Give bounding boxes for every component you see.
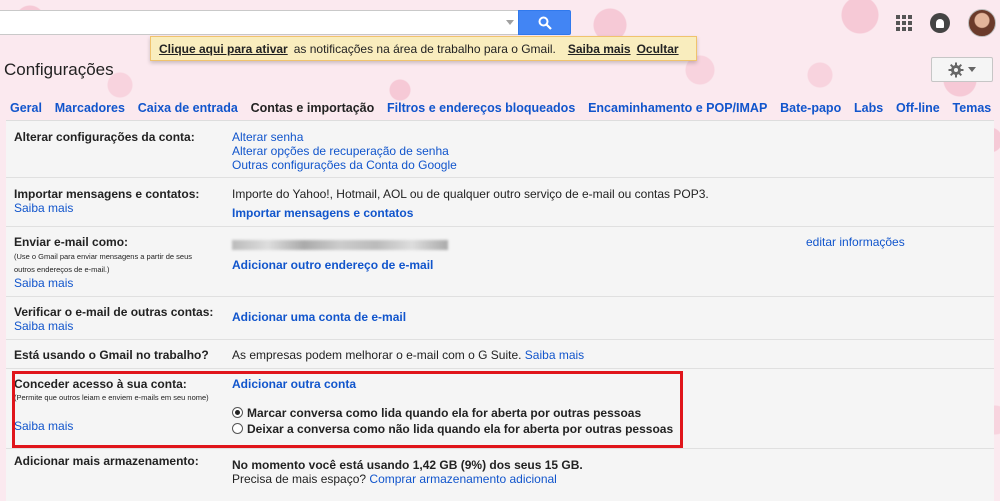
- recovery-options-link[interactable]: Alterar opções de recuperação de senha: [232, 144, 449, 158]
- search-options-caret-icon[interactable]: [506, 20, 514, 25]
- storage-label: Adicionar mais armazenamento:: [14, 454, 199, 468]
- search-button[interactable]: [518, 10, 571, 35]
- notice-message: as notificações na área de trabalho para…: [293, 41, 556, 56]
- buy-storage-link[interactable]: Comprar armazenamento adicional: [369, 472, 556, 486]
- tab-off-line[interactable]: Off-line: [896, 101, 940, 115]
- tab-caixa-de-entrada[interactable]: Caixa de entrada: [138, 101, 238, 115]
- import-learn-more-link[interactable]: Saiba mais: [14, 201, 73, 215]
- add-email-account-link[interactable]: Adicionar uma conta de e-mail: [232, 310, 406, 324]
- gear-icon: [948, 62, 964, 77]
- work-label: Está usando o Gmail no trabalho?: [14, 348, 209, 362]
- google-account-settings-link[interactable]: Outras configurações da Conta do Google: [232, 158, 457, 172]
- account-settings-label: Alterar configurações da conta:: [14, 130, 195, 144]
- storage-usage: No momento você está usando 1,42 GB (9%)…: [232, 458, 583, 472]
- highlight-box: [12, 371, 683, 448]
- import-label: Importar mensagens e contatos:: [14, 187, 200, 201]
- avatar[interactable]: [968, 9, 996, 37]
- chevron-down-icon: [968, 67, 976, 72]
- tab-geral[interactable]: Geral: [10, 101, 42, 115]
- send-as-label: Enviar e-mail como:: [14, 235, 129, 249]
- row-check-mail: Verificar o e-mail de outras contas: Sai…: [6, 297, 994, 340]
- enable-notifications-link[interactable]: Clique aqui para ativar: [159, 42, 288, 56]
- row-account-settings: Alterar configurações da conta: Alterar …: [6, 121, 994, 178]
- blurred-email-address: [232, 239, 448, 250]
- gsuite-learn-more-link[interactable]: Saiba mais: [525, 348, 584, 362]
- send-as-learn-more-link[interactable]: Saiba mais: [14, 276, 73, 290]
- page-title: Configurações: [4, 60, 114, 79]
- send-as-note: (Use o Gmail para enviar mensagens a par…: [14, 252, 193, 274]
- change-password-link[interactable]: Alterar senha: [232, 130, 303, 144]
- tab-bate-papo[interactable]: Bate-papo: [780, 101, 841, 115]
- import-mail-contacts-link[interactable]: Importar mensagens e contatos: [232, 206, 413, 220]
- settings-gear-button[interactable]: [931, 57, 993, 82]
- notifications-bell-icon[interactable]: [930, 13, 950, 33]
- row-send-as: Enviar e-mail como: (Use o Gmail para en…: [6, 227, 994, 297]
- search-input[interactable]: [0, 10, 519, 35]
- import-description: Importe do Yahoo!, Hotmail, AOL ou de qu…: [232, 187, 709, 201]
- row-work: Está usando o Gmail no trabalho? As empr…: [6, 340, 994, 369]
- tab-filtros[interactable]: Filtros e endereços bloqueados: [387, 101, 575, 115]
- search-icon: [538, 16, 552, 30]
- tab-encaminhamento[interactable]: Encaminhamento e POP/IMAP: [588, 101, 767, 115]
- apps-grid-icon[interactable]: [896, 15, 912, 31]
- check-mail-learn-more-link[interactable]: Saiba mais: [14, 319, 73, 333]
- gsuite-description: As empresas podem melhorar o e-mail com …: [232, 348, 522, 362]
- notice-learn-more-link[interactable]: Saiba mais: [568, 42, 631, 56]
- tab-temas[interactable]: Temas: [953, 101, 992, 115]
- settings-tabs: Geral Marcadores Caixa de entrada Contas…: [10, 101, 1000, 115]
- desktop-notification-banner: Clique aqui para ativar as notificações …: [150, 36, 697, 61]
- row-storage: Adicionar mais armazenamento: No momento…: [6, 449, 994, 501]
- notice-hide-link[interactable]: Ocultar: [637, 42, 679, 56]
- tab-marcadores[interactable]: Marcadores: [55, 101, 125, 115]
- edit-info-link[interactable]: editar informações: [806, 235, 905, 249]
- storage-question: Precisa de mais espaço?: [232, 472, 367, 486]
- add-another-email-link[interactable]: Adicionar outro endereço de e-mail: [232, 258, 433, 272]
- check-mail-label: Verificar o e-mail de outras contas:: [14, 305, 214, 319]
- tab-contas-e-importacao[interactable]: Contas e importação: [251, 101, 375, 115]
- row-import: Importar mensagens e contatos: Saiba mai…: [6, 178, 994, 227]
- tab-labs[interactable]: Labs: [854, 101, 883, 115]
